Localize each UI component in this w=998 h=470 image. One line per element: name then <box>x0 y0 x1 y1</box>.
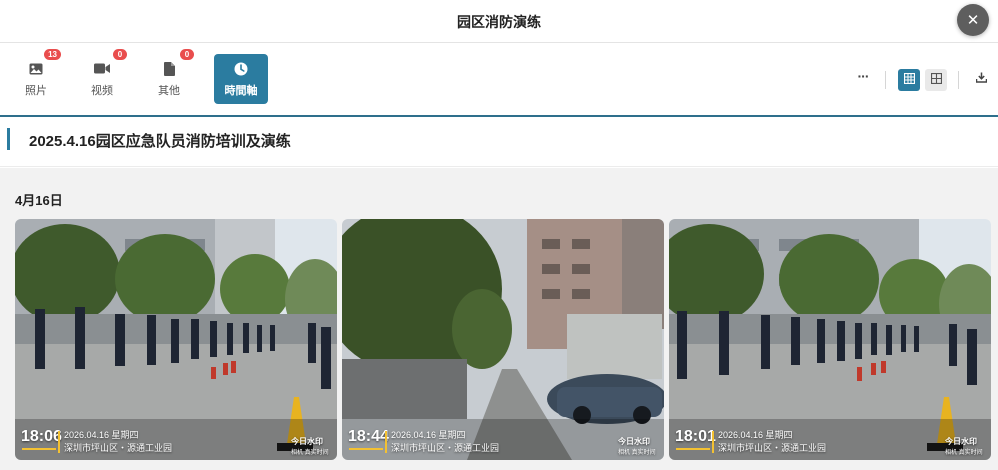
download-button[interactable] <box>972 70 990 88</box>
grid-small-icon <box>930 71 942 89</box>
watermark-logo-sub: 相机 真实时间 <box>291 450 329 456</box>
toolbar-divider <box>958 71 959 89</box>
album-header: 2025.4.16园区应急队员消防培训及演练 <box>0 117 998 167</box>
download-icon <box>975 70 987 88</box>
watermark-logo-sub: 相机 真实时间 <box>618 450 656 456</box>
tab-videos-label: 视频 <box>91 84 113 97</box>
photo-thumbnail[interactable]: 18:01 2026.04.16 星期四 深圳市坪山区・源通工业园 今日水印 相… <box>669 219 991 460</box>
watermark-divider <box>58 431 60 453</box>
toolbar-divider <box>885 71 886 89</box>
photo-image <box>669 219 991 460</box>
photo-image <box>15 219 337 460</box>
image-icon <box>28 61 44 77</box>
window-title: 园区消防演练 <box>457 14 541 30</box>
more-options-button[interactable]: ··· <box>854 69 872 90</box>
accent-bar <box>7 128 10 150</box>
tab-photos[interactable]: 13 照片 <box>9 49 63 104</box>
photo-thumbnail[interactable]: 18:06 2026.04.16 星期四 深圳市坪山区・源通工业园 今日水印 相… <box>15 219 337 460</box>
title-bar: 园区消防演练 <box>0 0 998 43</box>
watermark-divider <box>712 431 714 453</box>
tab-timeline-label: 時間軸 <box>224 84 258 97</box>
watermark-time: 18:44 <box>348 428 389 445</box>
small-grid-view-button[interactable] <box>925 69 947 91</box>
tab-photos-label: 照片 <box>25 84 47 97</box>
video-camera-icon <box>94 61 110 77</box>
watermark-time: 18:01 <box>675 428 716 445</box>
watermark-divider <box>385 431 387 453</box>
watermark-logo: 今日水印 <box>291 437 323 446</box>
timeline-content: 4月16日 18:06 2026.04.16 星期四 深圳市坪山区・源通工业园 <box>0 168 998 470</box>
watermark-underline <box>676 448 710 450</box>
photos-count-badge: 13 <box>44 49 61 60</box>
watermark-date: 2026.04.16 星期四 <box>391 430 466 440</box>
close-button[interactable]: ✕ <box>957 4 989 36</box>
album-title: 2025.4.16园区应急队员消防培训及演练 <box>29 133 291 150</box>
tab-other[interactable]: 0 其他 <box>142 49 196 104</box>
tab-timeline[interactable]: 時間軸 <box>214 54 268 104</box>
date-group-label: 4月16日 <box>15 193 63 208</box>
watermark-logo: 今日水印 <box>618 437 650 446</box>
tab-videos[interactable]: 0 视频 <box>75 49 129 104</box>
close-icon: ✕ <box>966 12 980 29</box>
watermark-underline <box>22 448 56 450</box>
watermark-time: 18:06 <box>21 428 62 445</box>
photo-thumbnail[interactable]: 18:44 2026.04.16 星期四 深圳市坪山区・源通工业园 今日水印 相… <box>342 219 664 460</box>
tab-other-label: 其他 <box>158 84 180 97</box>
grid-icon <box>903 71 915 89</box>
videos-count-badge: 0 <box>113 49 127 60</box>
watermark-date: 2026.04.16 星期四 <box>64 430 139 440</box>
watermark-date: 2026.04.16 星期四 <box>718 430 793 440</box>
document-icon <box>161 61 177 77</box>
tab-bar: 13 照片 0 视频 0 其他 時間軸 ··· <box>0 43 998 117</box>
watermark-underline <box>349 448 383 450</box>
other-count-badge: 0 <box>180 49 194 60</box>
large-grid-view-button[interactable] <box>898 69 920 91</box>
watermark-location: 深圳市坪山区・源通工业园 <box>64 443 173 453</box>
watermark-location: 深圳市坪山区・源通工业园 <box>391 443 500 453</box>
photo-image <box>342 219 664 460</box>
watermark-logo: 今日水印 <box>945 437 977 446</box>
watermark-location: 深圳市坪山区・源通工业园 <box>718 443 827 453</box>
clock-icon <box>233 61 249 77</box>
watermark-logo-sub: 相机 真实时间 <box>945 450 983 456</box>
